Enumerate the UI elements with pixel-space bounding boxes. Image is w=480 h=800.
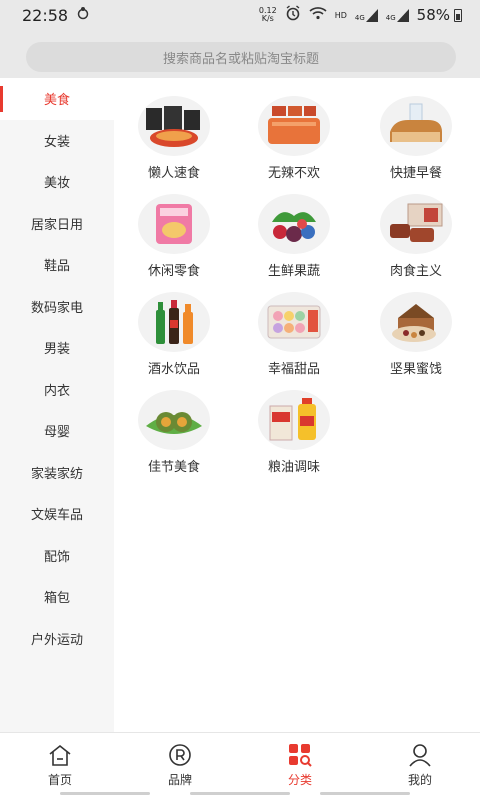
category-label: 休闲零食 [147, 264, 200, 279]
category-label: 佳节美食 [147, 460, 200, 475]
meat-box-icon [380, 194, 452, 254]
search-header: 搜索商品名或粘贴淘宝标题 [0, 30, 480, 78]
sidebar-item-label: 鞋品 [43, 259, 70, 275]
sidebar-item-label: 女装 [43, 134, 70, 150]
notification-icon [76, 6, 90, 24]
search-placeholder: 搜索商品名或粘贴淘宝标题 [162, 51, 319, 67]
signal-label-2: 4G [385, 13, 396, 22]
category-snacks[interactable]: 休闲零食 [124, 194, 224, 284]
sidebar-item-label: 美食 [43, 93, 70, 109]
category-label: 无辣不欢 [267, 166, 320, 181]
category-label: 幸福甜品 [267, 362, 320, 377]
search-input[interactable]: 搜索商品名或粘贴淘宝标题 [26, 42, 456, 72]
sidebar-item-outdoor[interactable]: 户外运动 [0, 618, 114, 660]
category-grid: 懒人速食 无辣不欢 快捷早餐 休闲零食 生鲜果蔬 肉食主义 酒水饮品 幸福甜品 … [114, 78, 480, 732]
battery-level: 58% [416, 6, 450, 24]
category-label: 酒水饮品 [147, 362, 200, 377]
category-label: 坚果蜜饯 [389, 362, 442, 377]
category-desserts[interactable]: 幸福甜品 [244, 292, 344, 382]
category-drinks[interactable]: 酒水饮品 [124, 292, 224, 382]
nuts-box-icon [380, 292, 452, 352]
rice-dumpling-icon [138, 390, 210, 450]
category-label: 肉食主义 [389, 264, 442, 279]
category-breakfast[interactable]: 快捷早餐 [366, 96, 466, 186]
battery-icon [454, 8, 462, 22]
sidebar-item-food[interactable]: 美食 [0, 78, 114, 120]
gesture-bar-center [190, 792, 290, 795]
hd-label: HD [334, 10, 347, 20]
bread-milk-icon [380, 96, 452, 156]
alarm-icon [285, 5, 301, 25]
gesture-bar-right [320, 792, 410, 795]
sidebar-item-shoes[interactable]: 鞋品 [0, 244, 114, 286]
sidebar-item-beauty[interactable]: 美妆 [0, 161, 114, 203]
drinks-icon [138, 292, 210, 352]
category-label: 懒人速食 [147, 166, 200, 181]
sidebar-item-label: 男装 [43, 342, 70, 358]
nav-label: 我的 [407, 773, 432, 787]
sidebar-item-label: 家装家纺 [30, 466, 83, 482]
wifi-icon [309, 6, 327, 24]
nav-home[interactable]: 首页 [0, 733, 120, 800]
sidebar-item-label: 母婴 [43, 425, 70, 441]
snack-bag-icon [138, 194, 210, 254]
spicy-strips-icon [258, 96, 330, 156]
status-bar: 22:58 0.12 K/s HD 4G 4G 58% [0, 0, 480, 30]
sidebar-item-label: 箱包 [43, 591, 70, 607]
category-label: 生鲜果蔬 [267, 264, 320, 279]
nav-category[interactable]: 分类 [240, 733, 360, 800]
fresh-fruit-icon [258, 194, 330, 254]
sidebar-item-bags[interactable]: 箱包 [0, 576, 114, 618]
signal-icon-2: 4G [385, 8, 409, 22]
sidebar-item-womens[interactable]: 女装 [0, 120, 114, 162]
sidebar-item-label: 数码家电 [30, 300, 83, 316]
home-icon [47, 743, 73, 767]
nav-brand[interactable]: 品牌 [120, 733, 240, 800]
nav-label: 分类 [287, 773, 312, 787]
rice-oil-icon [258, 390, 330, 450]
macaron-icon [258, 292, 330, 352]
sidebar-item-home[interactable]: 居家日用 [0, 203, 114, 245]
sidebar-item-label: 居家日用 [30, 217, 83, 233]
sidebar-item-entertainment[interactable]: 文娱车品 [0, 493, 114, 535]
category-nuts[interactable]: 坚果蜜饯 [366, 292, 466, 382]
sidebar-item-label: 文娱车品 [30, 508, 83, 524]
category-festival[interactable]: 佳节美食 [124, 390, 224, 480]
nav-profile[interactable]: 我的 [360, 733, 480, 800]
user-icon [407, 743, 433, 767]
nav-label: 首页 [47, 773, 72, 787]
sidebar-item-underwear[interactable]: 内衣 [0, 369, 114, 411]
sidebar-item-mens[interactable]: 男装 [0, 327, 114, 369]
sidebar-item-accessories[interactable]: 配饰 [0, 535, 114, 577]
category-grain-oil[interactable]: 粮油调味 [244, 390, 344, 480]
sidebar-item-label: 配饰 [43, 549, 70, 565]
sidebar-item-label: 美妆 [43, 176, 70, 192]
category-label: 快捷早餐 [389, 166, 442, 181]
sidebar-item-label: 内衣 [43, 383, 70, 399]
category-icon [287, 743, 313, 767]
bottom-nav: 首页 品牌 分类 我的 [0, 732, 480, 800]
category-instant-food[interactable]: 懒人速食 [124, 96, 224, 186]
category-meat[interactable]: 肉食主义 [366, 194, 466, 284]
instant-noodles-icon [138, 96, 210, 156]
net-speed: 0.12 K/s [259, 7, 277, 23]
signal-label-1: 4G [354, 13, 365, 22]
nav-label: 品牌 [167, 773, 192, 787]
sidebar-item-furnishing[interactable]: 家装家纺 [0, 452, 114, 494]
net-speed-unit: K/s [261, 14, 274, 23]
category-fresh[interactable]: 生鲜果蔬 [244, 194, 344, 284]
gesture-bar-left [60, 792, 150, 795]
sidebar-item-label: 户外运动 [30, 632, 83, 648]
signal-icon-1: 4G [354, 8, 378, 22]
registered-icon [167, 743, 193, 767]
status-time: 22:58 [22, 5, 69, 25]
category-sidebar: 美食 女装 美妆 居家日用 鞋品 数码家电 男装 内衣 母婴 家装家纺 文娱车品… [0, 78, 114, 732]
category-label: 粮油调味 [267, 460, 320, 475]
sidebar-item-digital[interactable]: 数码家电 [0, 286, 114, 328]
sidebar-item-baby[interactable]: 母婴 [0, 410, 114, 452]
category-spicy[interactable]: 无辣不欢 [244, 96, 344, 186]
